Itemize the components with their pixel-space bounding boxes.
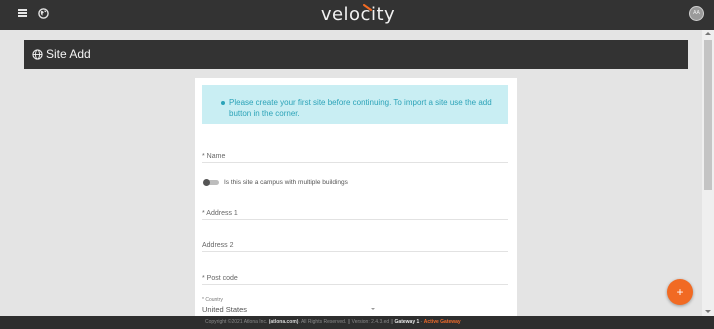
address-1-field-label: * Address 1	[202, 210, 238, 217]
footer-text: Copyright ©2021 Atlona Inc. (atlona.com)…	[205, 316, 461, 329]
globe-icon	[32, 49, 43, 60]
name-field-label: * Name	[202, 153, 226, 160]
page-scrollbar[interactable]	[702, 30, 714, 316]
top-app-bar: velocity AA	[0, 0, 714, 30]
address-1-field[interactable]: * Address 1	[202, 206, 508, 220]
logo-accent-mark	[363, 4, 372, 11]
post-code-field-label: * Post code	[202, 275, 238, 282]
footer-copyright: Copyright ©2021 Atlona Inc.	[205, 319, 268, 325]
name-field[interactable]: * Name	[202, 149, 508, 163]
logo-text: velocity	[320, 4, 396, 25]
address-2-field[interactable]: Address 2	[202, 238, 508, 252]
campus-toggle-label: Is this site a campus with multiple buil…	[224, 179, 348, 186]
campus-toggle[interactable]	[203, 179, 219, 186]
scroll-up-arrow-icon[interactable]	[705, 32, 711, 35]
site-add-form: Please create your first site before con…	[195, 78, 517, 316]
chevron-down-icon[interactable]	[371, 308, 375, 310]
page-header: Site Add	[24, 40, 688, 69]
scrollbar-thumb[interactable]	[704, 40, 712, 190]
footer: Copyright ©2021 Atlona Inc. (atlona.com)…	[0, 316, 714, 329]
toggle-knob	[203, 179, 210, 186]
scroll-down-arrow-icon[interactable]	[705, 310, 711, 313]
add-site-button[interactable]: +	[667, 279, 693, 305]
page-title: Site Add	[46, 47, 91, 61]
alert-message: Please create your first site before con…	[229, 98, 492, 118]
post-code-field[interactable]: * Post code	[202, 271, 508, 285]
country-select[interactable]: United States	[202, 305, 247, 314]
velocity-logo: velocity	[312, 4, 404, 26]
info-alert: Please create your first site before con…	[202, 85, 508, 124]
country-field-label: * Country	[202, 297, 223, 303]
user-avatar[interactable]: AA	[689, 6, 704, 21]
atlona-link[interactable]: (atlona.com)	[269, 319, 299, 325]
footer-rights: . All Rights Reserved. || Version: 2.4.3…	[298, 319, 395, 325]
hamburger-menu-icon[interactable]	[18, 9, 27, 17]
gateway-name: Gateway 1	[394, 319, 420, 325]
globe-icon[interactable]	[38, 8, 49, 19]
address-2-field-label: Address 2	[202, 242, 234, 249]
bullet-icon	[221, 101, 225, 105]
gateway-status: Active Gateway	[423, 319, 461, 325]
